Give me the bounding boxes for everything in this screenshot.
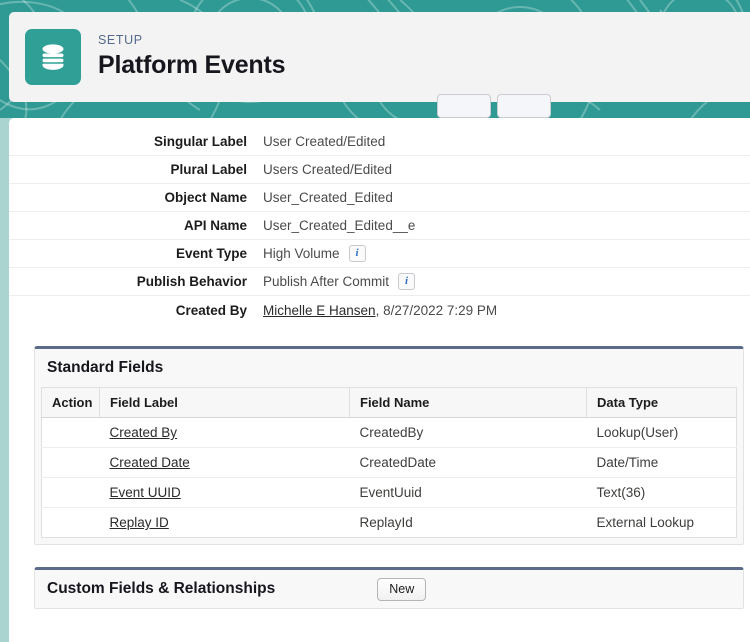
cell-data-type: Date/Time — [586, 447, 737, 478]
detail-value: User_Created_Edited__e — [263, 218, 415, 233]
cell-data-type: Lookup(User) — [586, 417, 737, 448]
column-header-field-label[interactable]: Field Label — [99, 387, 350, 418]
detail-row: Object Name User_Created_Edited — [9, 184, 750, 212]
cell-field-name: CreatedBy — [349, 417, 587, 448]
detail-value: User Created/Edited — [263, 134, 385, 149]
header-text-block: SETUP Platform Events — [98, 33, 286, 81]
cell-action — [41, 417, 100, 448]
cell-field-label: Event UUID — [99, 477, 350, 508]
detail-value-text: Users Created/Edited — [263, 162, 393, 177]
table-header-row: Action Field Label Field Name Data Type — [41, 387, 737, 418]
field-label-link[interactable]: Created Date — [110, 455, 190, 470]
info-icon[interactable]: i — [348, 245, 366, 262]
detail-value-text: User_Created_Edited__e — [263, 218, 416, 233]
cell-data-type: External Lookup — [596, 515, 695, 530]
detail-value: Michelle E Hansen, 8/27/2022 7:29 PM — [263, 303, 497, 318]
standard-fields-header: Standard Fields — [35, 349, 743, 387]
detail-value-text: User_Created_Edited — [263, 190, 393, 205]
cell-data-type: Text(36) — [586, 477, 737, 508]
clipped-button-1[interactable] — [437, 94, 491, 118]
column-header-action[interactable]: Action — [41, 387, 100, 418]
detail-row: Publish Behavior Publish After Commit i — [9, 268, 750, 296]
detail-row: Plural Label Users Created/Edited — [9, 156, 750, 184]
detail-label: Publish Behavior — [136, 274, 247, 289]
table-row: Created By CreatedBy Lookup(User) — [41, 417, 737, 448]
custom-fields-section: Custom Fields & Relationships New — [34, 567, 744, 609]
table-row: Created Date CreatedDate Date/Time — [41, 447, 737, 478]
column-header-data-type[interactable]: Data Type — [586, 387, 737, 418]
detail-row: Event Type High Volume i — [9, 240, 750, 268]
setup-eyebrow-label: SETUP — [98, 33, 143, 47]
cell-action — [42, 508, 100, 538]
detail-row: API Name User_Created_Edited__e — [9, 212, 750, 240]
section-title: Custom Fields & Relationships — [47, 580, 276, 597]
detail-value: User_Created_Edited — [263, 190, 393, 205]
section-title: Standard Fields — [47, 359, 164, 376]
standard-fields-section: Standard Fields Action Field Label Field… — [34, 346, 744, 545]
detail-value-text: Publish After Commit — [263, 274, 390, 289]
setup-platform-events-page: SETUP Platform Events Singular Label Use… — [0, 0, 750, 642]
detail-label: Created By — [175, 302, 247, 318]
cell-field-name: CreatedDate — [349, 447, 587, 478]
detail-label: API Name — [183, 218, 247, 233]
page-header-card: SETUP Platform Events — [9, 12, 750, 102]
database-stack-icon — [25, 29, 81, 85]
detail-value: High Volume i — [263, 245, 366, 262]
clipped-action-buttons — [437, 94, 551, 118]
content-panel: Singular Label User Created/Edited Plura… — [9, 118, 750, 642]
table-row: Replay ID ReplayId External Lookup — [42, 508, 737, 538]
detail-label: Plural Label — [170, 162, 247, 177]
table-row: Event UUID EventUuid Text(36) — [41, 477, 737, 508]
detail-row-created-by: Created By Michelle E Hansen, 8/27/2022 … — [9, 296, 750, 324]
detail-row: Singular Label User Created/Edited — [9, 128, 750, 156]
field-label-link[interactable]: Replay ID — [110, 515, 169, 530]
created-by-user-link[interactable]: Michelle E Hansen — [263, 303, 376, 318]
created-by-separator: , — [375, 302, 380, 318]
standard-fields-table: Action Field Label Field Name Data Type … — [41, 387, 737, 538]
cell-action — [41, 447, 100, 478]
cell-field-label: Created By — [99, 417, 350, 448]
column-header-field-name[interactable]: Field Name — [349, 387, 587, 418]
detail-label: Singular Label — [153, 134, 247, 149]
detail-value: Publish After Commit i — [263, 273, 416, 290]
new-custom-field-button[interactable]: New — [377, 577, 427, 601]
field-label-link[interactable]: Event UUID — [110, 485, 181, 500]
cell-field-name: ReplayId — [359, 515, 413, 530]
clipped-button-2[interactable] — [497, 94, 551, 118]
field-label-link[interactable]: Created By — [110, 425, 178, 440]
created-by-timestamp: 8/27/2022 7:29 PM — [383, 302, 498, 318]
page-title: Platform Events — [98, 51, 286, 79]
detail-label: Object Name — [164, 190, 247, 205]
event-detail-list: Singular Label User Created/Edited Plura… — [9, 118, 750, 324]
cell-field-name: EventUuid — [349, 477, 587, 508]
detail-label: Event Type — [175, 246, 247, 261]
detail-value: Users Created/Edited — [263, 162, 392, 177]
detail-value-text: User Created/Edited — [263, 134, 386, 149]
cell-field-label: Created Date — [99, 447, 350, 478]
custom-fields-header: Custom Fields & Relationships New — [35, 570, 743, 608]
cell-action — [41, 477, 100, 508]
cell-field-label: Replay ID — [100, 508, 350, 538]
detail-value-text: High Volume — [263, 246, 340, 261]
info-icon[interactable]: i — [398, 273, 416, 290]
